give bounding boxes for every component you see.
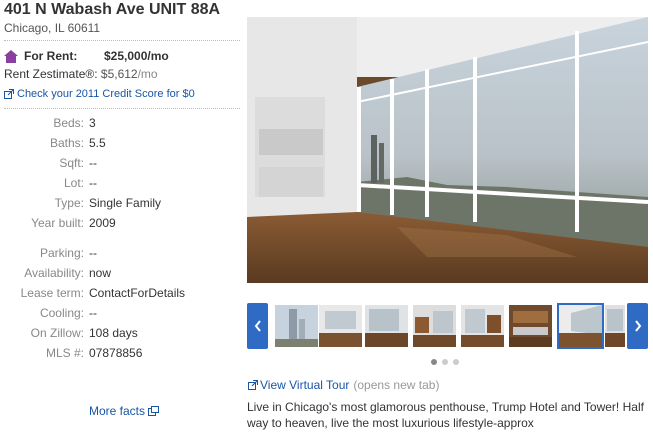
listing-description: Live in Chicago's most glamorous penthou… (247, 400, 644, 430)
fact-lot: Lot: -- (63, 176, 97, 190)
rent-label: For Rent: (24, 49, 78, 63)
listing-main-photo[interactable] (247, 17, 648, 283)
carousel-next-button[interactable] (627, 303, 648, 349)
thumb-room-image (461, 305, 504, 347)
page-dot[interactable] (442, 359, 448, 365)
more-facts-link[interactable]: More facts (89, 404, 160, 418)
fact-type: Type: Single Family (54, 196, 162, 210)
fact-lease-term: Lease term: ContactForDetails (20, 286, 186, 300)
page-dot[interactable] (431, 359, 437, 365)
fact-beds: Beds: 3 (53, 116, 96, 130)
fact-parking: Parking: -- (39, 246, 97, 260)
rent-zestimate: Rent Zestimate®: $5,612/mo (4, 67, 158, 81)
thumb-room-image (365, 305, 408, 347)
zestimate-value: $5,612 (100, 67, 138, 81)
rent-price: $25,000/mo (104, 49, 169, 63)
zestimate-suffix: /mo (137, 67, 158, 81)
divider (4, 40, 240, 41)
house-icon (4, 49, 18, 63)
rent-row: For Rent: $25,000/mo (4, 49, 169, 63)
carousel-thumbnail[interactable] (461, 305, 504, 347)
carousel-thumbnail[interactable] (413, 305, 456, 347)
fact-mls: MLS #: 07878856 (45, 346, 143, 360)
photo-carousel (247, 301, 648, 351)
thumb-room-image (559, 305, 602, 347)
virtual-tour-note: (opens new tab) (353, 378, 440, 392)
carousel-thumbnail[interactable] (605, 305, 625, 347)
popup-icon (148, 406, 160, 416)
carousel-thumbnail[interactable] (275, 305, 318, 347)
external-link-icon (4, 89, 14, 99)
fact-on-zillow: On Zillow: 108 days (30, 326, 138, 340)
divider (4, 108, 240, 109)
virtual-tour-link[interactable]: View Virtual Tour (260, 378, 349, 392)
fact-sqft: Sqft: -- (59, 156, 97, 170)
thumb-room-image (605, 305, 625, 347)
carousel-prev-button[interactable] (247, 303, 268, 349)
carousel-thumbnail[interactable] (365, 305, 408, 347)
chevron-left-icon (254, 320, 261, 332)
carousel-thumbnail[interactable] (319, 305, 362, 347)
listing-address: 401 N Wabash Ave UNIT 88A (4, 1, 221, 18)
fact-baths: Baths: 5.5 (49, 136, 106, 150)
carousel-thumbnail-selected[interactable] (557, 303, 604, 349)
external-link-icon (248, 380, 258, 390)
fact-availability: Availability: now (24, 266, 112, 280)
credit-score-link[interactable]: Check your 2011 Credit Score for $0 (4, 88, 195, 100)
room-photo-illustration (247, 17, 648, 283)
carousel-page-dots (431, 359, 459, 365)
fact-cooling: Cooling: -- (39, 306, 97, 320)
thumb-room-image (413, 305, 456, 347)
fact-year-built: Year built: 2009 (31, 216, 116, 230)
thumb-tower-image (275, 305, 318, 347)
page-dot[interactable] (453, 359, 459, 365)
listing-city: Chicago, IL 60611 (4, 21, 101, 35)
zestimate-label: Rent Zestimate®: (4, 67, 98, 81)
carousel-thumbnail[interactable] (509, 305, 552, 347)
chevron-right-icon (634, 320, 641, 332)
thumb-room-image (319, 305, 362, 347)
credit-score-link-text[interactable]: Check your 2011 Credit Score for $0 (17, 88, 195, 100)
virtual-tour-row: View Virtual Tour (opens new tab) (248, 378, 439, 392)
more-facts-label[interactable]: More facts (89, 404, 145, 418)
thumb-kitchen-image (509, 305, 552, 347)
